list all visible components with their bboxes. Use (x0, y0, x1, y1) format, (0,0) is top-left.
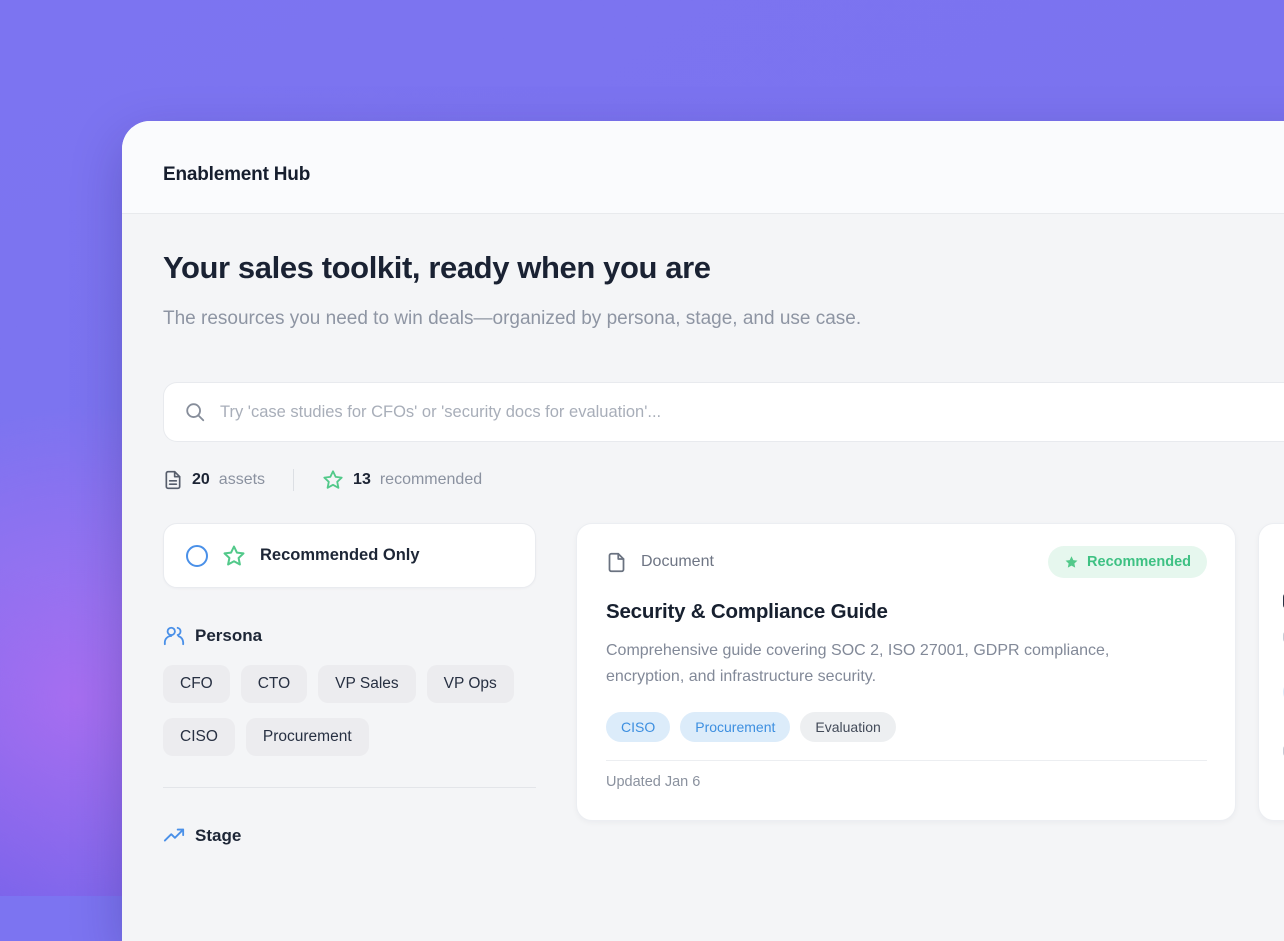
recommended-only-checkbox[interactable] (186, 545, 208, 567)
star-outline-icon (222, 544, 246, 568)
persona-section-header: Persona (163, 625, 536, 647)
tag-evaluation[interactable]: Evaluation (800, 712, 895, 742)
persona-chip-cto[interactable]: CTO (241, 665, 307, 703)
star-outline-icon (322, 469, 344, 491)
asset-cards: Document Recommended Security & Complian… (576, 523, 1284, 821)
persona-chip-ciso[interactable]: CISO (163, 718, 235, 756)
persona-chips: CFO CTO VP Sales VP Ops CISO Procurement (163, 665, 536, 756)
recommended-stat: 13 recommended (322, 469, 482, 491)
assets-count: 20 (192, 471, 210, 489)
recommended-only-label: Recommended Only (260, 546, 420, 565)
recommended-badge-label: Recommended (1087, 554, 1191, 570)
trending-up-icon (163, 825, 185, 847)
asset-description: Comprehensive guide covering SOC 2, ISO … (606, 638, 1181, 690)
stage-section-label: Stage (195, 826, 241, 846)
asset-tags: CISO Procurement Evaluation (606, 712, 1207, 742)
asset-updated-date: Updated Jan 6 (606, 774, 700, 790)
assets-stat: 20 assets (163, 469, 265, 491)
users-icon (163, 625, 185, 647)
panel-body: Your sales toolkit, ready when you are T… (122, 214, 1284, 847)
persona-chip-vp-sales[interactable]: VP Sales (318, 665, 415, 703)
stats-row: 20 assets 13 recommended (163, 469, 1284, 491)
document-icon (163, 469, 183, 491)
stage-section-header: Stage (163, 825, 536, 847)
content-grid: Recommended Only Persona CFO CTO VP Sale… (163, 523, 1284, 847)
asset-card-partial[interactable] (1258, 523, 1284, 821)
file-icon (606, 551, 627, 574)
persona-chip-vp-ops[interactable]: VP Ops (427, 665, 514, 703)
recommended-only-toggle[interactable]: Recommended Only (163, 523, 536, 588)
card-footer: Updated Jan 6 (606, 760, 1207, 803)
persona-chip-procurement[interactable]: Procurement (246, 718, 369, 756)
assets-label: assets (219, 471, 265, 489)
page-subtitle: The resources you need to win deals—orga… (163, 302, 983, 336)
recommended-badge: Recommended (1048, 546, 1207, 578)
card-header: Document Recommended (606, 546, 1207, 578)
asset-type-label: Document (641, 553, 714, 571)
search-placeholder: Try 'case studies for CFOs' or 'security… (220, 403, 661, 422)
persona-chip-cfo[interactable]: CFO (163, 665, 230, 703)
tag-ciso[interactable]: CISO (606, 712, 670, 742)
filter-sidebar: Recommended Only Persona CFO CTO VP Sale… (163, 523, 536, 847)
asset-title: Security & Compliance Guide (606, 600, 1207, 624)
filter-divider (163, 787, 536, 788)
panel-header: Enablement Hub (122, 121, 1284, 214)
recommended-label: recommended (380, 471, 482, 489)
page-title: Your sales toolkit, ready when you are (163, 250, 1284, 286)
recommended-count: 13 (353, 471, 371, 489)
enablement-hub-panel: Enablement Hub Your sales toolkit, ready… (122, 121, 1284, 941)
star-filled-icon (1064, 555, 1079, 570)
stats-divider (293, 469, 294, 491)
asset-card-security-compliance-guide[interactable]: Document Recommended Security & Complian… (576, 523, 1236, 821)
tag-procurement[interactable]: Procurement (680, 712, 790, 742)
app-title: Enablement Hub (163, 164, 1284, 186)
persona-section-label: Persona (195, 626, 262, 646)
search-icon (184, 401, 206, 423)
search-input[interactable]: Try 'case studies for CFOs' or 'security… (163, 382, 1284, 442)
